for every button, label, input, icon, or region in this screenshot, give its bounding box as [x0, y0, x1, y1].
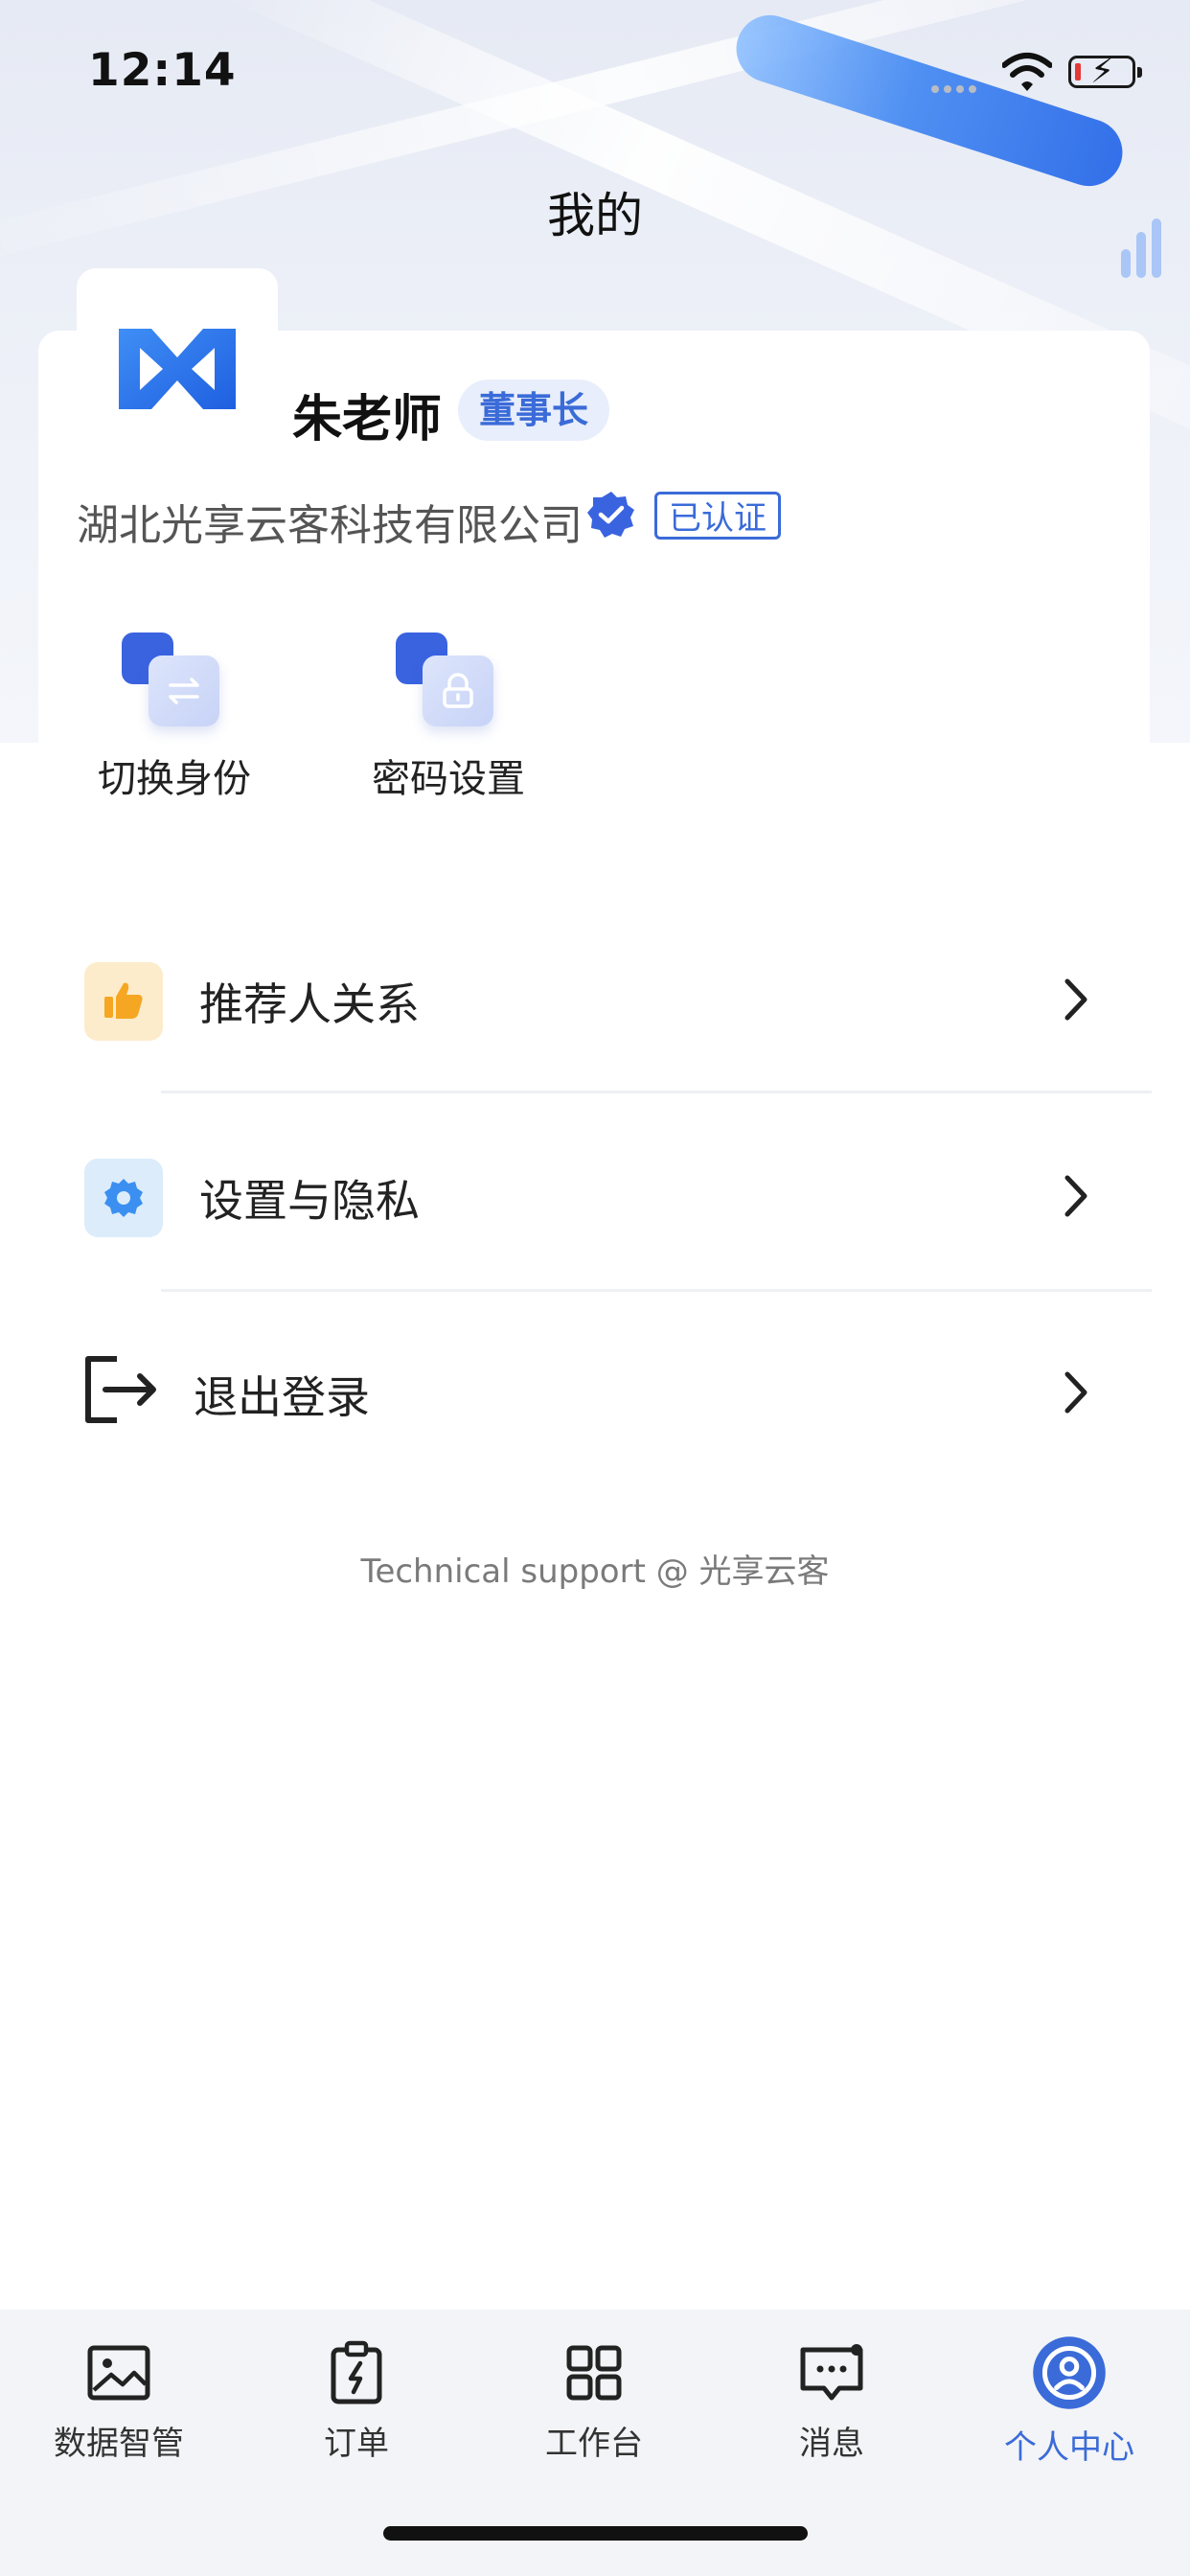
- lock-icon: [443, 673, 473, 708]
- home-indicator[interactable]: [383, 2526, 808, 2541]
- battery-charging-icon: ⚡: [1068, 53, 1142, 91]
- tab-label: 消息: [799, 2425, 864, 2463]
- menu-item-logout[interactable]: 退出登录: [0, 1321, 1190, 1455]
- company-name: 湖北光享云客科技有限公司: [77, 501, 583, 550]
- menu-item-settings-privacy[interactable]: 设置与隐私: [0, 1124, 1190, 1258]
- tab-workbench[interactable]: 工作台: [475, 2338, 713, 2464]
- image-chart-icon: [87, 2345, 150, 2401]
- cellular-signal-icon: [931, 79, 981, 97]
- user-name: 朱老师: [292, 391, 443, 448]
- page-title: 我的: [547, 188, 643, 243]
- menu-label: 退出登录: [194, 1371, 370, 1423]
- tab-data-management[interactable]: 数据智管: [0, 2338, 238, 2464]
- menu-label: 推荐人关系: [199, 978, 420, 1030]
- wifi-icon: [1002, 53, 1052, 91]
- password-settings-label: 密码设置: [372, 757, 525, 801]
- chevron-right-icon: [1064, 978, 1087, 1021]
- password-settings-button[interactable]: 密码设置: [353, 632, 544, 803]
- chevron-right-icon: [1064, 1371, 1087, 1414]
- logout-icon: [85, 1356, 156, 1423]
- status-time: 12:14: [88, 44, 237, 97]
- menu-label: 设置与隐私: [199, 1175, 420, 1227]
- menu-item-referrer-relationship[interactable]: 推荐人关系: [0, 928, 1190, 1062]
- tab-messages[interactable]: 消息: [713, 2338, 950, 2464]
- switch-identity-button[interactable]: 切换身份: [79, 632, 270, 803]
- verified-check-icon: [587, 492, 634, 538]
- tab-label: 订单: [324, 2425, 389, 2463]
- chevron-right-icon: [1064, 1175, 1087, 1217]
- grid-icon: [566, 2345, 622, 2401]
- verified-badge: 已认证: [654, 492, 781, 540]
- tab-label: 数据智管: [54, 2425, 184, 2463]
- tab-personal-center[interactable]: 个人中心: [950, 2336, 1188, 2468]
- switch-arrows-icon: [169, 678, 199, 704]
- tab-orders[interactable]: 订单: [238, 2338, 475, 2464]
- tab-label: 个人中心: [1004, 2428, 1134, 2467]
- user-circle-icon: [1033, 2336, 1106, 2409]
- role-badge: 董事长: [458, 380, 610, 441]
- clipboard-bolt-icon: [331, 2340, 382, 2404]
- gear-icon: [104, 1179, 143, 1217]
- status-bar: 12:14 ⚡: [0, 0, 1190, 144]
- divider: [161, 1289, 1152, 1292]
- divider: [161, 1091, 1152, 1093]
- company-logo: [119, 329, 236, 409]
- thumbs-up-icon: [104, 982, 143, 1019]
- technical-support-text: Technical support @ 光享云客: [360, 1552, 830, 1591]
- switch-identity-label: 切换身份: [98, 757, 251, 801]
- message-icon: [800, 2344, 863, 2401]
- tab-label: 工作台: [545, 2425, 643, 2463]
